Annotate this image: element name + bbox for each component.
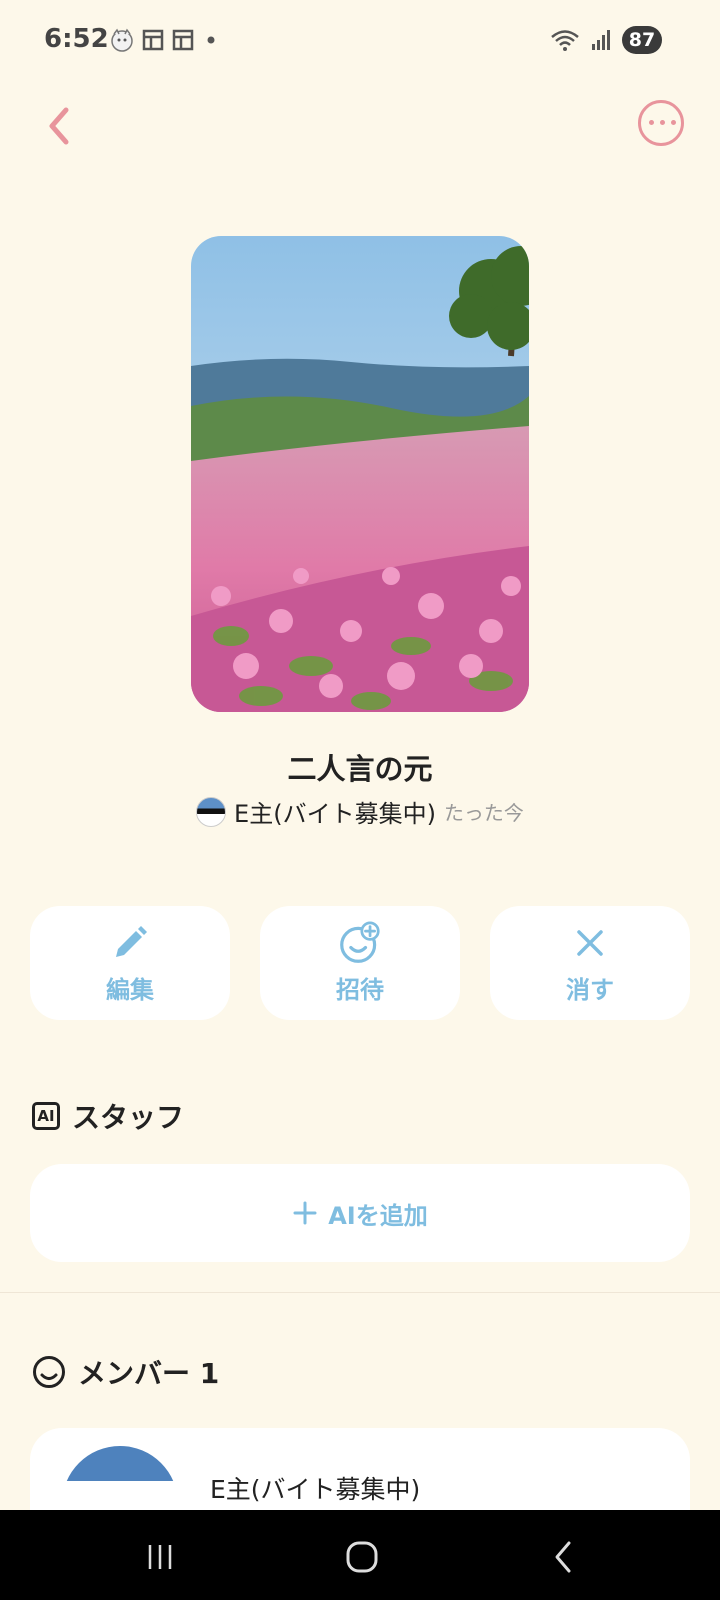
room-cover-image xyxy=(191,236,529,712)
add-ai-label: AIを追加 xyxy=(328,1201,428,1230)
home-button[interactable] xyxy=(332,1534,392,1580)
delete-label: 消す xyxy=(566,975,614,1004)
room-owner-row: E主(バイト募集中) たった今 xyxy=(0,794,720,829)
back-icon xyxy=(555,1541,571,1573)
notification-panel-icon xyxy=(142,29,164,51)
notification-panel-icon xyxy=(172,29,194,51)
ai-icon: AI xyxy=(32,1102,60,1130)
smiley-icon xyxy=(33,1356,65,1388)
delete-button[interactable]: 消す xyxy=(490,906,690,1020)
status-system-icons: 87 xyxy=(550,26,662,54)
plus-icon xyxy=(293,1201,317,1225)
chevron-left-icon xyxy=(49,107,69,145)
members-section-header: メンバー 1 xyxy=(32,1352,219,1392)
invite-face-plus-icon xyxy=(339,921,381,964)
invite-button[interactable]: 招待 xyxy=(260,906,460,1020)
system-back-button[interactable] xyxy=(534,1534,594,1580)
staff-section-header: AI スタッフ xyxy=(32,1096,184,1136)
members-section-title: メンバー 1 xyxy=(78,1357,220,1390)
status-notification-icons xyxy=(110,28,220,52)
wifi-icon xyxy=(551,30,579,51)
room-title: 二人言の元 xyxy=(287,752,433,786)
battery-indicator: 87 xyxy=(622,26,662,54)
section-divider xyxy=(0,1292,720,1293)
staff-section-title: スタッフ xyxy=(72,1101,185,1134)
status-time: 6:52 xyxy=(44,24,109,54)
status-bar: 6:52 87 xyxy=(0,0,720,84)
flower-field-image xyxy=(191,236,529,712)
signal-icon xyxy=(592,30,610,50)
recent-apps-icon xyxy=(148,1545,172,1569)
home-icon xyxy=(346,1541,378,1573)
owner-avatar xyxy=(196,796,227,827)
system-navigation-bar xyxy=(0,1510,720,1600)
owner-name: E主(バイト募集中) xyxy=(234,800,436,828)
recent-apps-button[interactable] xyxy=(130,1534,190,1580)
member-name: E主(バイト募集中) xyxy=(210,1475,421,1504)
close-icon xyxy=(569,922,611,964)
post-timestamp: たった今 xyxy=(443,801,524,825)
top-app-bar xyxy=(0,96,720,156)
pencil-icon xyxy=(109,922,151,964)
invite-label: 招待 xyxy=(336,975,384,1004)
cat-avatar-icon xyxy=(111,28,133,52)
more-horizontal-icon xyxy=(649,120,676,125)
more-options-button[interactable] xyxy=(638,100,684,146)
edit-label: 編集 xyxy=(106,975,154,1004)
edit-button[interactable]: 編集 xyxy=(30,906,230,1020)
back-button[interactable] xyxy=(40,104,80,148)
action-row: 編集 招待 消す xyxy=(30,906,690,1020)
dot-icon xyxy=(207,36,215,44)
add-ai-button[interactable]: AIを追加 xyxy=(30,1164,690,1262)
